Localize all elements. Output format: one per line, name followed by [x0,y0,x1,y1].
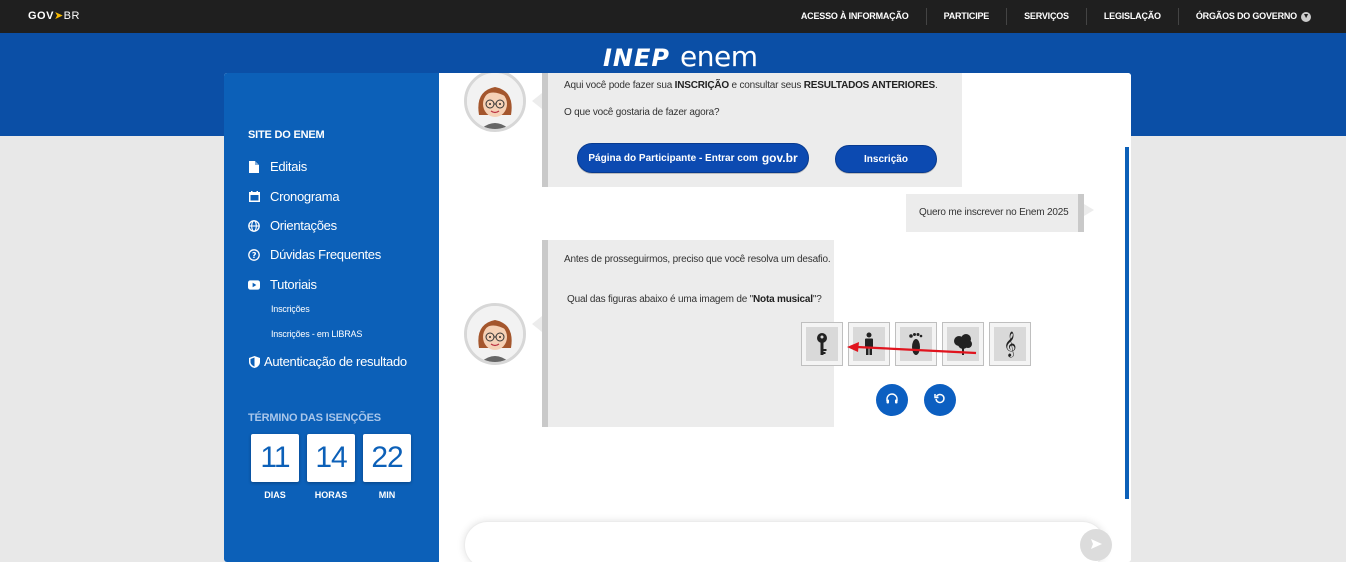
nav-servicos[interactable]: SERVIÇOS [1006,8,1086,25]
sidebar-item-label: Autenticação de resultado [264,354,407,369]
bot-avatar [464,303,526,365]
inep-enem-logo[interactable]: INEP enem [603,40,758,73]
challenge-intro-text: Antes de prosseguirmos, preciso que você… [564,254,831,265]
gov-logo-text: GOV [28,10,54,22]
sidebar-item-label: Editais [270,159,307,174]
refresh-challenge-button[interactable] [924,384,956,416]
bubble-tail [532,316,542,332]
countdown-mins: 22 [363,434,411,482]
music-note-icon: 𝄞 [994,327,1026,361]
countdown-mins-label: MIN [378,490,396,500]
gov-arrow-icon: ➤ [53,10,64,22]
message-line-2: O que você gostaria de fazer agora? [564,107,720,118]
bubble-tail [532,93,542,109]
user-message-text: Quero me inscrever no Enem 2025 [919,207,1069,218]
sidebar-item-label: Orientações [270,218,337,233]
youtube-icon [248,279,260,291]
send-button[interactable] [1080,529,1112,561]
countdown-title: TÉRMINO DAS ISENÇÕES [248,412,381,424]
sidebar-item-cronograma[interactable]: Cronograma [248,189,340,204]
svg-text:?: ? [252,251,257,260]
bot-avatar [464,73,526,132]
red-arrow-annotation [845,338,980,363]
gov-br-logo[interactable]: GOV➤BR [28,9,80,22]
shield-icon [248,355,260,368]
sidebar-item-autenticacao[interactable]: Autenticação de resultado [248,354,407,369]
govbr-brand-text: gov.br [761,151,798,165]
chat-panel: Aqui você pode fazer sua INSCRIÇÃO e con… [439,73,1131,562]
chevron-down-icon: ▼ [1301,11,1311,22]
sidebar-item-label: Dúvidas Frequentes [270,247,381,262]
nav-acesso-informacao[interactable]: ACESSO À INFORMAÇÃO [784,8,926,25]
sidebar-subitem-inscricoes[interactable]: Inscrições [271,304,310,314]
sidebar-subitem-inscricoes-libras[interactable]: Inscrições - em LIBRAS [271,329,362,339]
message-line-1: Aqui você pode fazer sua INSCRIÇÃO e con… [564,80,938,91]
chat-scrollbar[interactable] [1125,147,1129,499]
challenge-question: Qual das figuras abaixo é uma imagem de … [567,294,822,305]
enem-logo-text: enem [680,40,758,73]
sidebar-item-label: Tutoriais [270,277,317,292]
gov-bar: GOV➤BR ACESSO À INFORMAÇÃO PARTICIPE SER… [0,0,1346,33]
sidebar-item-duvidas-frequentes[interactable]: ? Dúvidas Frequentes [248,247,381,262]
nav-participe[interactable]: PARTICIPE [925,8,1007,25]
br-logo-text: BR [63,10,80,22]
participant-page-button[interactable]: Página do Participante - Entrar com gov.b… [577,143,809,173]
countdown-days: 11 [251,434,299,482]
nav-orgaos-label: ÓRGÃOS DO GOVERNO [1195,11,1297,21]
sidebar-item-tutoriais[interactable]: Tutoriais [248,277,317,292]
nav-legislacao[interactable]: LEGISLAÇÃO [1085,8,1178,25]
main-container: SITE DO ENEM Editais Cronograma Orientaç… [224,73,1131,562]
question-icon: ? [248,248,260,261]
inep-logo-text: INEP [603,44,670,72]
countdown-hours-label: HORAS [314,490,348,500]
key-icon [806,327,838,361]
send-icon [1090,538,1102,552]
globe-icon [248,219,260,232]
calendar-icon [248,191,260,203]
chat-message-input[interactable] [464,521,1106,562]
sidebar-item-editais[interactable]: Editais [248,159,307,174]
countdown-hours: 14 [307,434,355,482]
audio-challenge-button[interactable] [876,384,908,416]
bot-message-1: Aqui você pode fazer sua INSCRIÇÃO e con… [532,73,962,187]
countdown-days-label: DIAS [264,490,286,500]
captcha-option-music-note[interactable]: 𝄞 [989,322,1031,366]
headphones-icon [886,391,898,409]
inscricao-button[interactable]: Inscrição [835,145,937,173]
document-icon [248,160,260,173]
user-message-bubble: Quero me inscrever no Enem 2025 [906,194,1094,232]
nav-orgaos-governo[interactable]: ÓRGÃOS DO GOVERNO ▼ [1177,8,1328,25]
sidebar-item-orientacoes[interactable]: Orientações [248,218,337,233]
gov-nav: ACESSO À INFORMAÇÃO PARTICIPE SERVIÇOS L… [784,0,1328,33]
sidebar-title: SITE DO ENEM [248,129,325,141]
sidebar-item-label: Cronograma [270,189,340,204]
refresh-icon [934,391,946,409]
bubble-tail [1084,204,1094,216]
captcha-option-key[interactable] [801,322,843,366]
bot-message-2: Antes de prosseguirmos, preciso que você… [532,240,834,427]
sidebar: SITE DO ENEM Editais Cronograma Orientaç… [224,73,439,562]
